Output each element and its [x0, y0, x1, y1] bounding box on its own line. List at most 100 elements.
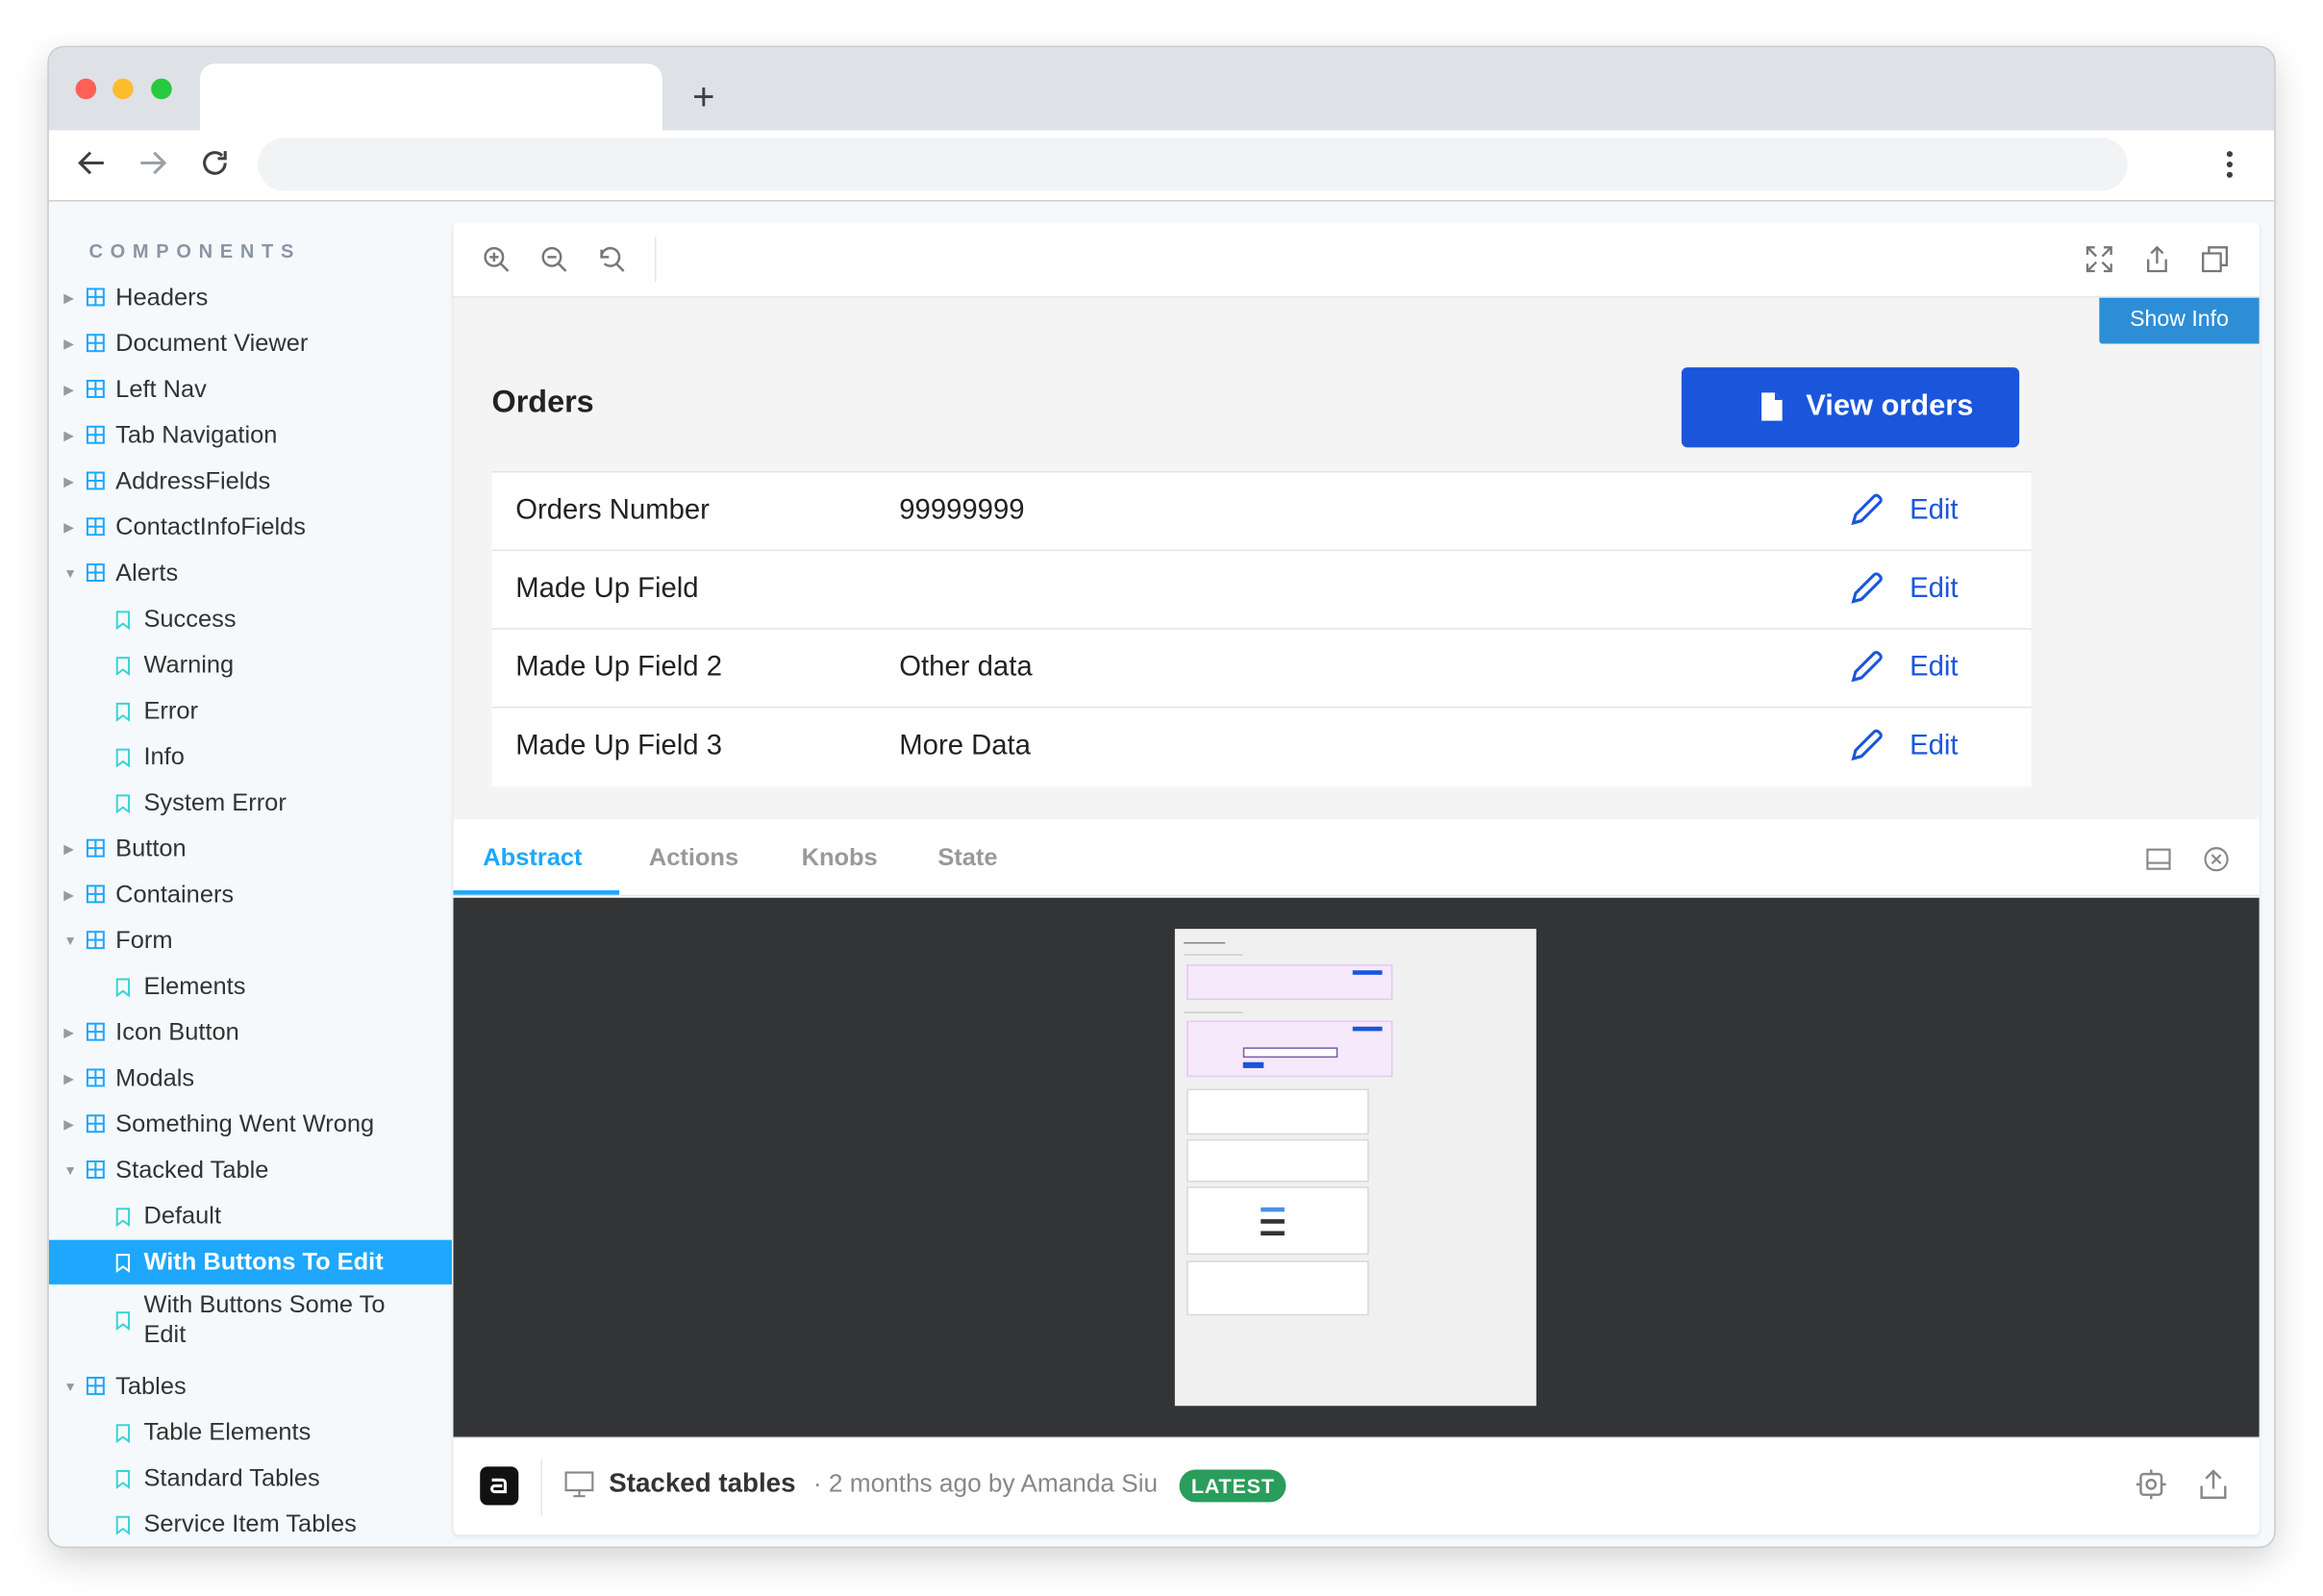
- copy-icon[interactable]: [2200, 244, 2230, 274]
- sidebar-item-label: Headers: [115, 284, 209, 312]
- sidebar-item-form[interactable]: ▼ Form: [49, 918, 452, 962]
- caret-down-icon: ▼: [63, 565, 78, 581]
- zoom-out-icon[interactable]: [539, 244, 569, 274]
- sidebar-item-headers[interactable]: ▶ Headers: [49, 276, 452, 320]
- sidebar-item-warning[interactable]: Warning: [49, 643, 452, 687]
- sidebar-item-label: With Buttons To Edit: [143, 1248, 384, 1276]
- sidebar-item-stacked-table[interactable]: ▼ Stacked Table: [49, 1148, 452, 1192]
- component-grid-icon: [86, 838, 105, 858]
- sidebar-item-alerts[interactable]: ▼ Alerts: [49, 551, 452, 595]
- bookmark-icon: [115, 1254, 131, 1273]
- pencil-icon[interactable]: [1847, 490, 1886, 529]
- edit-link[interactable]: Edit: [1910, 731, 1958, 763]
- sidebar-item-default[interactable]: Default: [49, 1194, 452, 1238]
- field-label: Orders Number: [515, 494, 710, 526]
- bookmark-icon: [115, 1424, 131, 1443]
- forward-arrow-icon[interactable]: [135, 145, 170, 181]
- sidebar-item-left-nav[interactable]: ▶ Left Nav: [49, 367, 452, 411]
- zoom-in-icon[interactable]: [482, 244, 512, 274]
- sidebar-item-label: Stacked Table: [115, 1157, 269, 1185]
- sidebar: COMPONENTS ▶ Headers ▶ Document Viewer ▶ Left…: [48, 202, 452, 1547]
- component-grid-icon: [86, 517, 105, 536]
- caret-right-icon: ▶: [63, 519, 74, 536]
- sidebar-item-system-error[interactable]: System Error: [49, 781, 452, 825]
- edit-link[interactable]: Edit: [1910, 573, 1958, 606]
- zoom-reset-icon[interactable]: [597, 244, 627, 274]
- sidebar-item-label: Table Elements: [143, 1419, 312, 1446]
- tab-actions[interactable]: Actions: [649, 821, 738, 892]
- sidebar-item-elements[interactable]: Elements: [49, 964, 452, 1009]
- sidebar-item-label: Standard Tables: [143, 1464, 320, 1492]
- sidebar-item-button[interactable]: ▶ Button: [49, 827, 452, 871]
- sidebar-item-info[interactable]: Info: [49, 735, 452, 779]
- sidebar-item-label: Something Went Wrong: [115, 1110, 375, 1138]
- edit-link[interactable]: Edit: [1910, 495, 1958, 528]
- share-icon[interactable]: [2142, 244, 2172, 274]
- sidebar-item-label: Button: [115, 835, 187, 862]
- settings-icon[interactable]: [2135, 1468, 2167, 1501]
- toolbar-separator: [655, 237, 657, 282]
- table-row: Made Up Field Edit: [491, 551, 2032, 630]
- tab-knobs[interactable]: Knobs: [802, 821, 878, 892]
- pencil-icon[interactable]: [1847, 569, 1886, 608]
- caret-right-icon: ▶: [63, 290, 74, 306]
- view-orders-button[interactable]: View orders: [1681, 367, 2020, 448]
- sidebar-item-with-buttons-some-to-edit[interactable]: With Buttons Some To Edit: [49, 1285, 452, 1354]
- sidebar-item-tables[interactable]: ▼ Tables: [49, 1364, 452, 1409]
- sidebar-item-error[interactable]: Error: [49, 688, 452, 733]
- panel-position-icon[interactable]: [2145, 846, 2172, 873]
- pencil-icon[interactable]: [1847, 726, 1886, 764]
- bookmark-icon: [115, 1311, 131, 1331]
- component-grid-icon: [86, 425, 105, 444]
- abstract-preview-area: [453, 897, 2260, 1437]
- reload-icon[interactable]: [197, 145, 233, 181]
- address-bar[interactable]: [258, 137, 2128, 191]
- layer-meta: · 2 months ago by Amanda Siu: [812, 1469, 1159, 1498]
- tab-state[interactable]: State: [937, 821, 997, 892]
- sidebar-item-containers[interactable]: ▶ Containers: [49, 873, 452, 917]
- edit-link[interactable]: Edit: [1910, 652, 1958, 685]
- minimize-window-button[interactable]: [112, 78, 134, 100]
- sidebar-item-tab-navigation[interactable]: ▶ Tab Navigation: [49, 413, 452, 458]
- browser-menu-icon[interactable]: [2218, 143, 2242, 185]
- sidebar-item-icon-button[interactable]: ▶ Icon Button: [49, 1010, 452, 1055]
- bookmark-icon: [115, 1470, 131, 1489]
- sidebar-item-label: Left Nav: [115, 376, 207, 404]
- new-tab-icon[interactable]: +: [686, 74, 721, 118]
- fullscreen-icon[interactable]: [2085, 244, 2114, 274]
- sidebar-item-label: Containers: [115, 881, 235, 909]
- layer-title[interactable]: Stacked tables: [609, 1468, 795, 1499]
- sidebar-item-standard-tables[interactable]: Standard Tables: [49, 1457, 452, 1501]
- browser-tab[interactable]: [200, 63, 662, 131]
- back-arrow-icon[interactable]: [74, 145, 110, 181]
- sidebar-item-service-item-tables[interactable]: Service Item Tables: [49, 1502, 452, 1546]
- close-panel-icon[interactable]: [2203, 846, 2230, 873]
- sidebar-item-modals[interactable]: ▶ Modals: [49, 1057, 452, 1101]
- pencil-icon[interactable]: [1847, 647, 1886, 686]
- sidebar-item-table-elements[interactable]: Table Elements: [49, 1410, 452, 1455]
- sidebar-item-label: Alerts: [115, 560, 179, 587]
- caret-right-icon: ▶: [63, 382, 74, 397]
- tab-abstract[interactable]: Abstract: [483, 821, 582, 892]
- sidebar-item-contactinfofields[interactable]: ▶ ContactInfoFields: [49, 505, 452, 549]
- story-canvas: Show Info Orders View orders Orders Numb…: [453, 297, 2260, 820]
- footer-separator: [540, 1459, 542, 1516]
- sidebar-item-label: Default: [143, 1203, 222, 1230]
- preview-pane: Show Info Orders View orders Orders Numb…: [453, 222, 2260, 1535]
- sidebar-item-addressfields[interactable]: ▶ AddressFields: [49, 460, 452, 504]
- sidebar-item-label: Icon Button: [115, 1019, 239, 1046]
- close-window-button[interactable]: [75, 78, 97, 100]
- sidebar-item-label: Modals: [115, 1064, 195, 1092]
- sidebar-item-success[interactable]: Success: [49, 597, 452, 641]
- design-thumbnail[interactable]: [1174, 929, 1536, 1407]
- show-info-button[interactable]: Show Info: [2099, 297, 2260, 344]
- export-icon[interactable]: [2197, 1468, 2230, 1501]
- maximize-window-button[interactable]: [151, 78, 172, 100]
- active-tab-indicator: [453, 890, 620, 895]
- sidebar-item-something-went-wrong[interactable]: ▶ Something Went Wrong: [49, 1102, 452, 1146]
- sidebar-item-document-viewer[interactable]: ▶ Document Viewer: [49, 321, 452, 365]
- sidebar-item-with-buttons-to-edit[interactable]: With Buttons To Edit: [48, 1239, 452, 1284]
- abstract-footer: Stacked tables · 2 months ago by Amanda …: [453, 1436, 2260, 1535]
- component-grid-icon: [86, 471, 105, 490]
- field-label: Made Up Field: [515, 573, 699, 605]
